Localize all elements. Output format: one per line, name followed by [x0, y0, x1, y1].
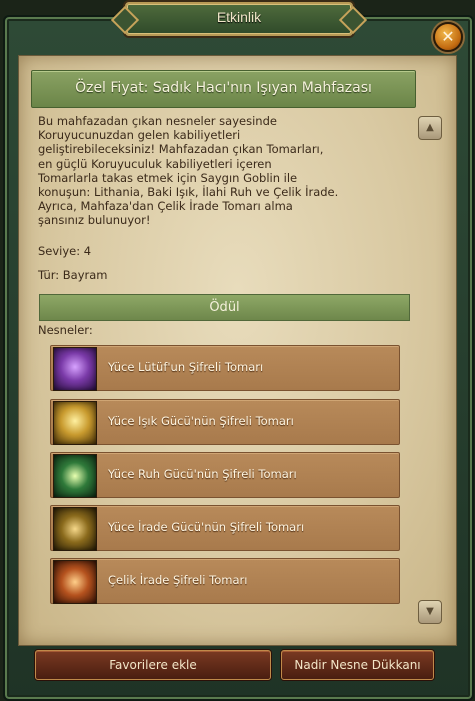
window-title-plate: Etkinlik [125, 2, 353, 36]
reward-title: Ödül [209, 300, 240, 315]
window-title: Etkinlik [216, 9, 262, 25]
item-label: Yüce Ruh Gücü'nün Şifreli Tomarı [108, 467, 297, 481]
purple-rune-icon [53, 347, 97, 391]
arrow-up-icon: ▲ [426, 122, 434, 133]
reward-item[interactable]: Çelik İrade Şifreli Tomarı [50, 558, 400, 604]
description-line: konuşun: Lithania, Baki Işık, İlahi Ruh … [38, 185, 339, 200]
event-description: Bu mahfazadan çıkan nesneler sayesinde K… [38, 114, 410, 228]
reward-item[interactable]: Yüce Lütüf'un Şifreli Tomarı [50, 345, 400, 391]
close-icon: ✕ [441, 27, 455, 46]
description-line: Koruyucunuzdan gelen kabiliyetleri [38, 128, 241, 143]
description-line: en güçlü Koruyuculuk kabiliyetleri içere… [38, 156, 272, 171]
scroll-up-button[interactable]: ▲ [418, 116, 442, 140]
event-level: Seviye: 4 [38, 244, 92, 258]
golden-statue-icon [53, 401, 97, 445]
event-type: Tür: Bayram [38, 268, 108, 282]
fist-gold-icon [53, 507, 97, 551]
reward-item[interactable]: Yüce Ruh Gücü'nün Şifreli Tomarı [50, 452, 400, 498]
description-line: Bu mahfazadan çıkan nesneler sayesinde [38, 114, 277, 128]
reward-header: Ödül [39, 294, 410, 321]
scroll-down-button[interactable]: ▼ [418, 600, 442, 624]
fist-orange-icon [53, 560, 97, 604]
description-line: Ayrıca, Mahfaza'dan Çelik İrade Tomarı a… [38, 199, 293, 214]
item-label: Çelik İrade Şifreli Tomarı [108, 573, 248, 587]
event-title: Özel Fiyat: Sadık Hacı'nın Işıyan Mahfaz… [75, 80, 372, 96]
add-favorite-button[interactable]: Favorilere ekle [35, 650, 271, 680]
item-label: Yüce Lütüf'un Şifreli Tomarı [108, 360, 264, 374]
items-label: Nesneler: [38, 323, 93, 337]
item-label: Yüce İrade Gücü'nün Şifreli Tomarı [108, 520, 305, 534]
event-header: Özel Fiyat: Sadık Hacı'nın Işıyan Mahfaz… [31, 70, 416, 108]
description-line: Tomarlarla takas etmek için Saygın Gobli… [38, 170, 298, 185]
description-line: şansınız bulunuyor! [38, 213, 151, 228]
reward-item[interactable]: Yüce İrade Gücü'nün Şifreli Tomarı [50, 505, 400, 551]
rare-item-shop-button[interactable]: Nadir Nesne Dükkanı [281, 650, 434, 680]
arrow-down-icon: ▼ [426, 606, 434, 617]
reward-item[interactable]: Yüce Işık Gücü'nün Şifreli Tomarı [50, 399, 400, 445]
description-line: geliştirebileceksiniz! Mahfazadan çıkan … [38, 142, 324, 157]
item-label: Yüce Işık Gücü'nün Şifreli Tomarı [108, 414, 294, 428]
green-sun-icon [53, 454, 97, 498]
close-button[interactable]: ✕ [433, 22, 463, 52]
